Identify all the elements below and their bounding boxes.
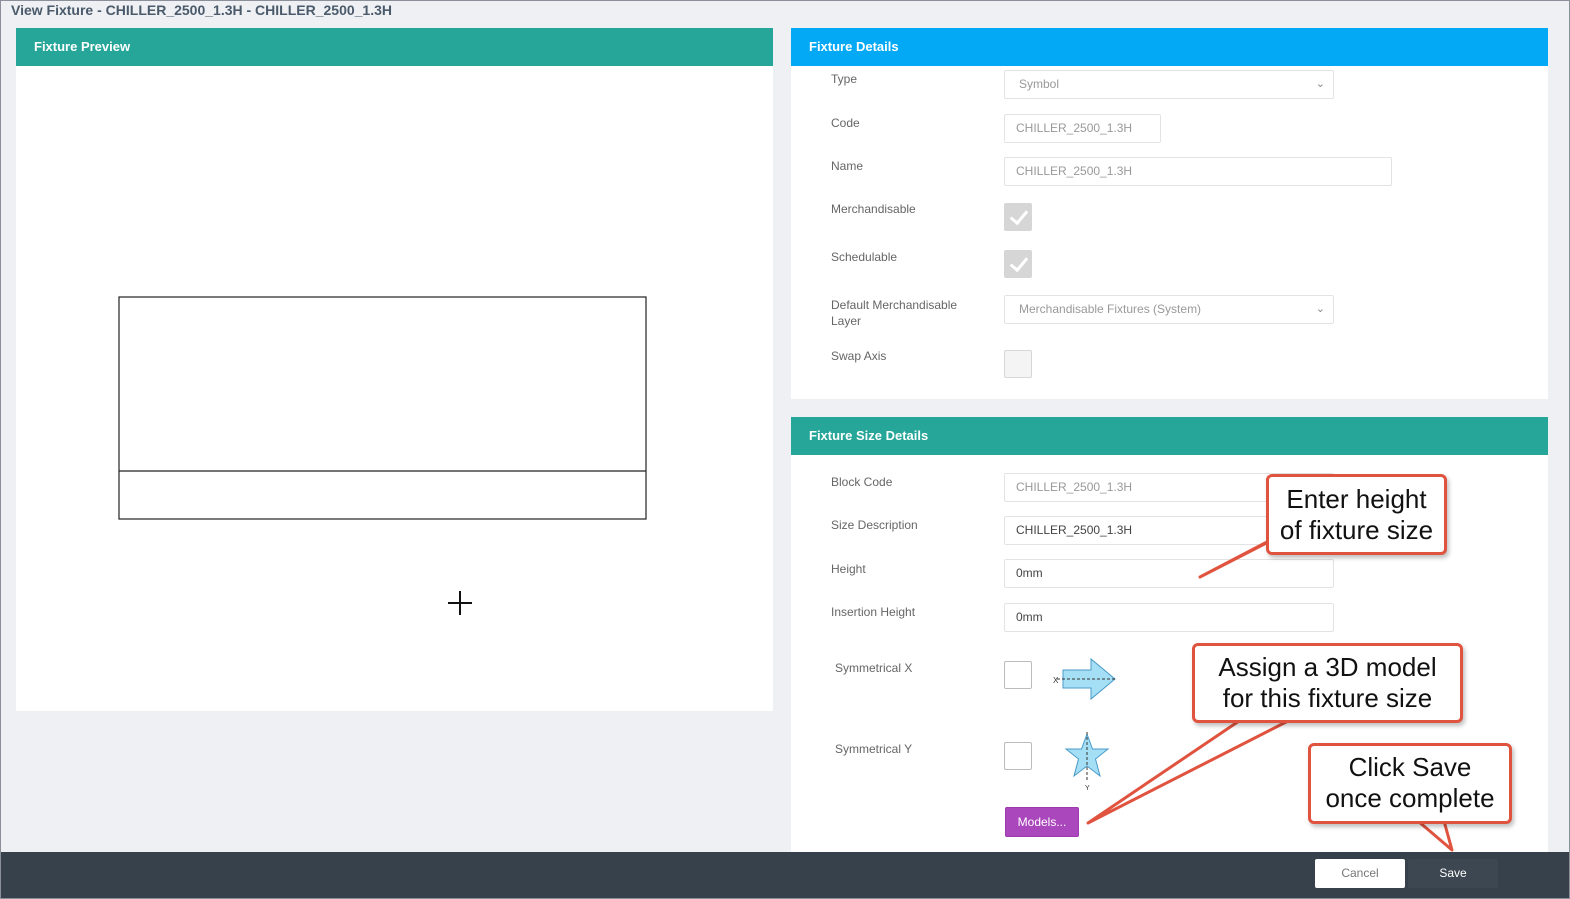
block-code-label: Block Code xyxy=(831,475,893,489)
fixture-size-details-header: Fixture Size Details xyxy=(791,417,1548,455)
chevron-down-icon: ⌄ xyxy=(1315,303,1325,315)
save-button[interactable]: Save xyxy=(1408,859,1498,888)
type-label: Type xyxy=(831,72,858,86)
page-title: View Fixture - CHILLER_2500_1.3H - CHILL… xyxy=(11,2,393,18)
cancel-button[interactable]: Cancel xyxy=(1315,859,1405,888)
name-label: Name xyxy=(831,159,864,173)
models-callout-line2: for this fixture size xyxy=(1222,683,1433,713)
fixture-preview-panel: Fixture Preview xyxy=(16,28,773,711)
insertion-height-field[interactable]: 0mm xyxy=(1004,603,1334,632)
swap-axis-label: Swap Axis xyxy=(831,349,887,363)
fixture-details-header: Fixture Details xyxy=(791,28,1548,66)
code-field[interactable]: CHILLER_2500_1.3H xyxy=(1004,114,1161,143)
code-label: Code xyxy=(831,116,860,130)
merchandisable-label: Merchandisable xyxy=(831,202,916,216)
default-layer-select[interactable]: Merchandisable Fixtures (System) ⌄ xyxy=(1004,295,1334,324)
default-layer-label-line1: Default Merchandisable xyxy=(831,298,958,312)
height-callout-line2: of fixture size xyxy=(1279,515,1434,545)
symmetrical-x-label: Symmetrical X xyxy=(835,661,913,675)
default-layer-label: Default Merchandisable Layer xyxy=(831,297,981,329)
size-description-label: Size Description xyxy=(831,518,918,532)
fixture-preview-header: Fixture Preview xyxy=(16,28,773,66)
models-button[interactable]: Models... xyxy=(1005,807,1079,837)
save-callout-line2: once complete xyxy=(1325,783,1495,813)
symmetrical-x-axis-letter: X xyxy=(1053,676,1059,685)
symmetrical-y-star-icon: Y xyxy=(1064,732,1110,792)
merchandisable-checkbox[interactable] xyxy=(1004,203,1032,231)
default-layer-select-value: Merchandisable Fixtures (System) xyxy=(1019,302,1202,316)
fixture-details-panel: Fixture Details Type Symbol ⌄ Code CHILL… xyxy=(791,28,1548,399)
fixture-outline xyxy=(118,296,647,520)
height-field[interactable]: 0mm xyxy=(1004,559,1334,588)
height-callout-line1: Enter height xyxy=(1286,484,1427,514)
symmetrical-y-label: Symmetrical Y xyxy=(835,742,913,756)
name-field[interactable]: CHILLER_2500_1.3H xyxy=(1004,157,1392,186)
schedulable-label: Schedulable xyxy=(831,250,898,264)
default-layer-label-line2: Layer xyxy=(831,314,862,328)
save-callout: Click Save once complete xyxy=(1308,743,1512,824)
insertion-height-label: Insertion Height xyxy=(831,605,916,619)
crosshair-cursor-icon xyxy=(448,591,472,615)
models-callout-line1: Assign a 3D model xyxy=(1218,652,1437,682)
type-select-value: Symbol xyxy=(1019,77,1060,91)
symmetrical-y-axis-letter: Y xyxy=(1085,785,1090,792)
fixture-preview-canvas[interactable] xyxy=(16,66,773,711)
symmetrical-x-arrow-icon: X xyxy=(1053,657,1117,701)
footer-bar: Cancel Save xyxy=(0,852,1570,899)
save-callout-line1: Click Save xyxy=(1348,752,1472,782)
type-select[interactable]: Symbol ⌄ xyxy=(1004,70,1334,99)
schedulable-checkbox[interactable] xyxy=(1004,250,1032,278)
height-label: Height xyxy=(831,562,866,576)
models-callout: Assign a 3D model for this fixture size xyxy=(1192,643,1463,723)
symmetrical-y-checkbox[interactable] xyxy=(1004,742,1032,770)
swap-axis-checkbox[interactable] xyxy=(1004,350,1032,378)
height-callout: Enter height of fixture size xyxy=(1266,474,1447,555)
chevron-down-icon: ⌄ xyxy=(1315,78,1325,90)
symmetrical-x-checkbox[interactable] xyxy=(1004,661,1032,689)
